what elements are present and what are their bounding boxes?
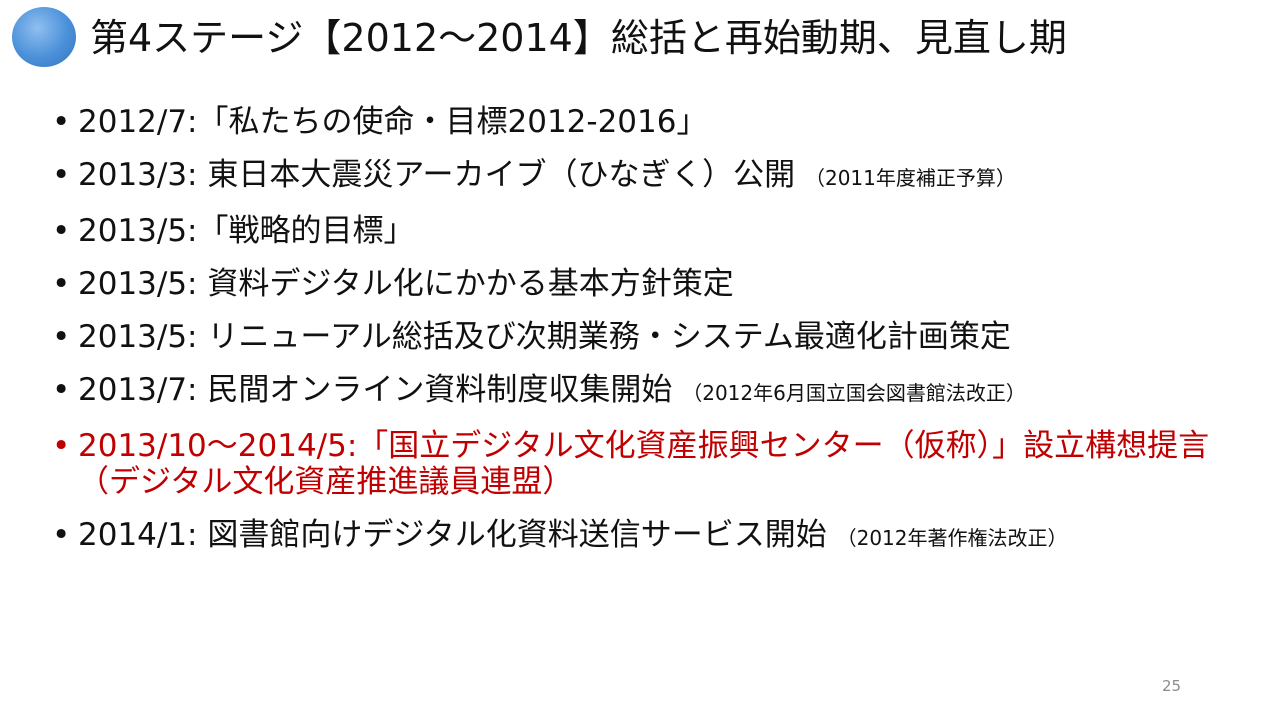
bullet-item: • 2013/7: 民間オンライン資料制度収集開始 （2012年6月国立国会図書… bbox=[52, 372, 1232, 411]
page-number: 25 bbox=[1162, 677, 1182, 695]
bullet-dot: • bbox=[52, 319, 71, 355]
bullet-item: • 2013/5:「戦略的目標」 bbox=[52, 213, 1232, 249]
title-bullet-circle bbox=[12, 7, 76, 67]
bullet-note: （2012年著作権法改正） bbox=[836, 526, 1068, 550]
bullet-dot: • bbox=[52, 157, 71, 193]
bullet-dot: • bbox=[52, 372, 71, 408]
bullet-dot: • bbox=[52, 517, 71, 553]
bullet-text: 2013/10～2014/5:「国立デジタル文化資産振興センター（仮称）」設立構… bbox=[78, 428, 1210, 500]
bullet-text: 2013/3: 東日本大震災アーカイブ（ひなぎく）公開 bbox=[78, 157, 796, 193]
bullet-dot: • bbox=[52, 104, 71, 140]
bullet-list: • 2012/7:「私たちの使命・目標2012-2016」 • 2013/3: … bbox=[52, 104, 1232, 573]
bullet-text: 2013/5: 資料デジタル化にかかる基本方針策定 bbox=[78, 266, 734, 302]
bullet-dot: • bbox=[52, 266, 71, 302]
bullet-item: • 2014/1: 図書館向けデジタル化資料送信サービス開始 （2012年著作権… bbox=[52, 517, 1232, 556]
bullet-item: • 2013/5: リニューアル総括及び次期業務・システム最適化計画策定 bbox=[52, 319, 1232, 355]
bullet-text: 2013/7: 民間オンライン資料制度収集開始 bbox=[78, 372, 673, 408]
bullet-item-highlighted: • 2013/10～2014/5:「国立デジタル文化資産振興センター（仮称）」設… bbox=[52, 428, 1232, 500]
bullet-text: 2014/1: 図書館向けデジタル化資料送信サービス開始 bbox=[78, 517, 827, 553]
bullet-item: • 2013/5: 資料デジタル化にかかる基本方針策定 bbox=[52, 266, 1232, 302]
bullet-note: （2012年6月国立国会図書館法改正） bbox=[682, 381, 1026, 405]
bullet-text: 2013/5:「戦略的目標」 bbox=[78, 213, 415, 249]
bullet-text: 2012/7:「私たちの使命・目標2012-2016」 bbox=[78, 104, 708, 140]
bullet-dot: • bbox=[52, 428, 71, 464]
bullet-item: • 2013/3: 東日本大震災アーカイブ（ひなぎく）公開 （2011年度補正予… bbox=[52, 157, 1232, 196]
bullet-text: 2013/5: リニューアル総括及び次期業務・システム最適化計画策定 bbox=[78, 319, 1011, 355]
bullet-dot: • bbox=[52, 213, 71, 249]
slide-title: 第4ステージ【2012～2014】総括と再始動期、見直し期 bbox=[90, 16, 1067, 60]
bullet-item: • 2012/7:「私たちの使命・目標2012-2016」 bbox=[52, 104, 1232, 140]
bullet-note: （2011年度補正予算） bbox=[804, 166, 1016, 190]
